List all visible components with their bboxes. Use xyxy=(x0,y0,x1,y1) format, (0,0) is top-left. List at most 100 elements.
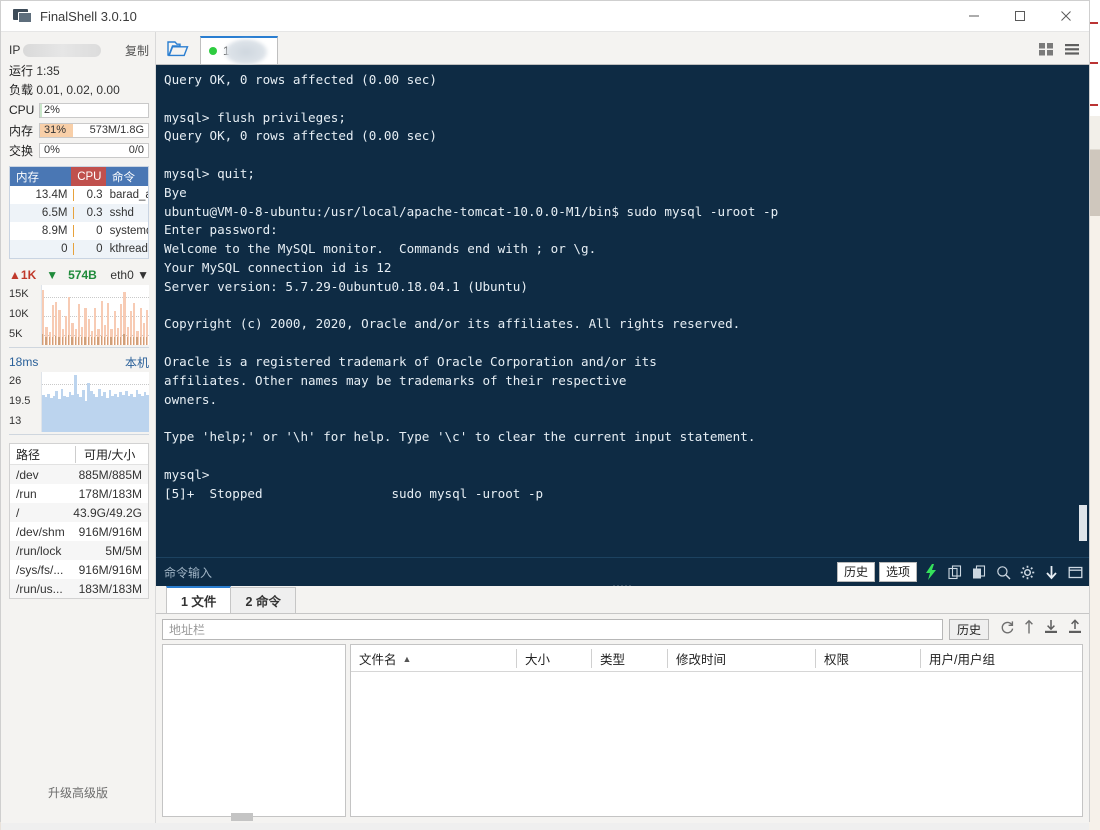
load-row: 负载 0.01, 0.02, 0.00 xyxy=(9,82,149,98)
file-col-type[interactable]: 类型 xyxy=(591,648,667,668)
server-info-sidebar: IP 复制 运行 1:35 负载 0.01, 0.02, 0.00 CPU 2%… xyxy=(1,32,156,823)
lower-tabstrip: 1 文件 2 命令 xyxy=(156,586,1089,614)
disk-col-path[interactable]: 路径 xyxy=(10,446,75,463)
uptime-row: 运行 1:35 xyxy=(9,63,149,79)
up-level-icon[interactable] xyxy=(1023,619,1035,640)
window-icon[interactable] xyxy=(1065,562,1085,582)
process-cpu: 0 xyxy=(73,225,106,237)
close-button[interactable] xyxy=(1043,1,1089,31)
file-col-owner[interactable]: 用户/用户组 xyxy=(920,648,1082,668)
table-row[interactable]: /run/us... 183M/183M xyxy=(10,579,148,598)
table-row[interactable]: / 43.9G/49.2G xyxy=(10,503,148,522)
main-area: 1. ✕ xyxy=(156,32,1089,823)
command-input-bar: 命令输入 历史 选项 ····· xyxy=(156,557,1089,590)
load-label: 负载 xyxy=(9,83,34,97)
file-col-size[interactable]: 大小 xyxy=(516,648,591,668)
tab-files[interactable]: 1 文件 xyxy=(166,586,232,613)
table-row[interactable]: /run 178M/183M xyxy=(10,484,148,503)
sort-ascending-icon: ▲ xyxy=(402,653,412,664)
network-traffic-chart: 15K 10K 5K xyxy=(9,285,149,348)
download-icon[interactable] xyxy=(1041,562,1061,582)
terminal-tab[interactable]: 1. ✕ xyxy=(200,36,278,66)
table-row[interactable]: /dev/shm 916M/916M xyxy=(10,522,148,541)
grid-view-icon[interactable] xyxy=(1035,38,1057,60)
network-download-value: 574B xyxy=(68,268,97,282)
network-interface-select[interactable]: eth0 ▼ xyxy=(110,268,149,282)
upload-icon[interactable] xyxy=(1067,618,1083,640)
latency-chart-yaxis: 26 19.5 13 xyxy=(9,372,39,432)
memory-meter-percent: 31% xyxy=(44,123,67,136)
refresh-icon[interactable] xyxy=(999,619,1015,640)
network-chart-plot xyxy=(41,285,149,345)
network-ytick: 5K xyxy=(9,328,23,340)
window-title: FinalShell 3.0.10 xyxy=(40,8,137,24)
folder-open-icon[interactable] xyxy=(156,33,200,64)
copy-icon[interactable] xyxy=(945,562,965,582)
process-memory: 8.9M xyxy=(41,225,68,237)
disk-table-header: 路径 可用/大小 xyxy=(10,444,148,465)
file-list[interactable]: 文件名 ▲ 大小 类型 修改时间 权限 用户/用户组 xyxy=(350,644,1083,817)
file-manager-pane: 1 文件 2 命令 地址栏 历史 文件名 ▲ 大小 类型 修改时间 权限 用户/… xyxy=(156,586,1089,823)
network-interface-label: eth0 xyxy=(110,268,134,282)
options-button[interactable]: 选项 xyxy=(878,562,917,582)
directory-tree[interactable] xyxy=(162,644,346,817)
paste-icon[interactable] xyxy=(969,562,989,582)
table-row[interactable]: 8.9M 0 systemd xyxy=(10,222,148,240)
swap-meter-percent: 0% xyxy=(44,143,60,156)
ip-value-redacted xyxy=(23,43,102,57)
arrow-up-icon: ▲ xyxy=(9,268,21,282)
tab-commands[interactable]: 2 命令 xyxy=(230,587,296,613)
file-col-permissions[interactable]: 权限 xyxy=(815,648,920,668)
address-input[interactable]: 地址栏 xyxy=(162,618,943,640)
table-row[interactable]: /dev 885M/885M xyxy=(10,465,148,484)
terminal-output[interactable]: Query OK, 0 rows affected (0.00 sec) mys… xyxy=(156,65,1089,557)
maximize-button[interactable] xyxy=(997,1,1043,31)
terminal-scrollbar[interactable] xyxy=(1079,505,1087,541)
finalshell-window: FinalShell 3.0.10 IP 复制 运行 1:35 负载 0.01,… xyxy=(0,0,1090,830)
command-input[interactable]: 命令输入 xyxy=(164,564,212,581)
latency-ytick: 26 xyxy=(9,375,22,387)
disk-size: 178M/183M xyxy=(78,486,142,501)
disk-size: 5M/5M xyxy=(105,543,142,558)
address-bar: 地址栏 历史 xyxy=(156,614,1089,644)
file-browser: 文件名 ▲ 大小 类型 修改时间 权限 用户/用户组 xyxy=(156,644,1089,823)
table-row[interactable]: 13.4M 0.3 barad_age xyxy=(10,186,148,204)
table-row[interactable]: 6.5M 0.3 sshd xyxy=(10,204,148,222)
terminal-tab-redacted xyxy=(223,38,269,66)
disk-col-size[interactable]: 可用/大小 xyxy=(75,445,148,463)
file-col-name[interactable]: 文件名 ▲ xyxy=(351,649,516,668)
address-history-button[interactable]: 历史 xyxy=(948,618,989,640)
horizontal-scrollbar[interactable] xyxy=(231,813,253,821)
latency-chart: 26 19.5 13 xyxy=(9,372,149,435)
list-view-icon[interactable] xyxy=(1061,38,1083,60)
uptime-label: 运行 xyxy=(9,64,34,78)
download-icon[interactable] xyxy=(1043,619,1059,640)
process-cpu: 0.3 xyxy=(73,207,106,219)
process-cpu: 0.3 xyxy=(73,189,106,201)
table-row[interactable]: /sys/fs/... 916M/916M xyxy=(10,560,148,579)
address-placeholder: 地址栏 xyxy=(169,622,206,637)
process-memory: 0 xyxy=(61,243,68,255)
cpu-meter: 2% xyxy=(39,102,149,118)
search-icon[interactable] xyxy=(993,562,1013,582)
table-row[interactable]: /run/lock 5M/5M xyxy=(10,541,148,560)
upgrade-link[interactable]: 升级高级版 xyxy=(1,784,155,801)
lightning-icon[interactable] xyxy=(921,562,941,582)
memory-meter: 31% 573M/1.8G xyxy=(39,122,149,138)
history-button[interactable]: 历史 xyxy=(836,562,875,582)
process-col-cpu[interactable]: CPU xyxy=(71,167,106,186)
process-command: kthreadd xyxy=(109,243,148,255)
latency-host[interactable]: 本机 xyxy=(125,354,149,371)
table-row[interactable]: 0 0 kthreadd xyxy=(10,240,148,258)
disk-path: /dev/shm xyxy=(16,524,65,539)
file-col-modified[interactable]: 修改时间 xyxy=(667,648,815,668)
tabstrip-actions xyxy=(1031,33,1089,64)
minimize-button[interactable] xyxy=(951,1,997,31)
splitter-grip[interactable]: ····· xyxy=(613,580,633,590)
process-col-command[interactable]: 命令 xyxy=(106,167,148,186)
process-col-memory[interactable]: 内存 xyxy=(10,167,72,186)
swap-meter-label: 交换 xyxy=(9,143,34,158)
gear-icon[interactable] xyxy=(1017,562,1037,582)
copy-ip-button[interactable]: 复制 xyxy=(125,42,149,59)
swap-meter-row: 交换 0% 0/0 xyxy=(9,142,149,158)
